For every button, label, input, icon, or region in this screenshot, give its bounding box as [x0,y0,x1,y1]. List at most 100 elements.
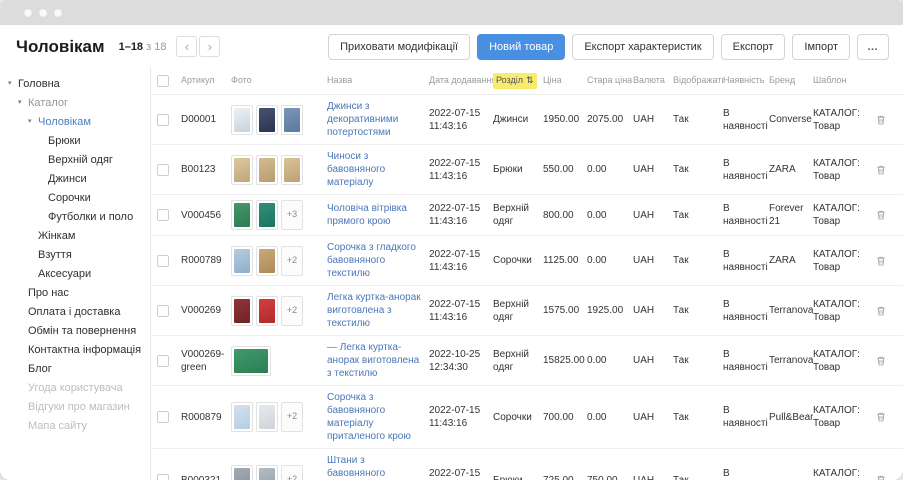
sidebar-item[interactable]: Обмін та повернення [0,321,150,340]
column-header-section[interactable]: Розділ⇅ [493,73,543,89]
trash-icon[interactable] [875,209,887,221]
more-photos-badge[interactable]: +2 [281,402,303,432]
more-photos-badge[interactable]: +2 [281,296,303,326]
product-photo[interactable] [256,465,278,480]
trash-icon[interactable] [875,474,887,480]
product-name-link[interactable]: Джинси з декоративними потертостями [327,101,398,138]
product-name-link[interactable]: Чоловіча вітрівка прямого крою [327,203,407,227]
next-page-button[interactable]: › [199,36,220,57]
product-photo[interactable] [256,246,278,276]
column-header-price[interactable]: Ціна [543,75,587,87]
chevron-down-icon[interactable]: ▾ [28,118,38,125]
select-all-checkbox[interactable] [157,75,169,87]
table-row: V000269-green— Легка куртка-анорак вигот… [151,336,903,386]
window-control-dot[interactable] [24,9,32,17]
more-photos-badge[interactable]: +2 [281,465,303,480]
product-photo[interactable] [231,105,253,135]
row-checkbox[interactable] [157,305,169,317]
column-header-brand[interactable]: Бренд [769,75,813,87]
more-actions-button[interactable]: … [857,34,889,60]
product-name-link[interactable]: — Легка куртка-анорак виготовлена з текс… [327,342,419,379]
trash-icon[interactable] [875,114,887,126]
column-header-photo[interactable]: Фото [231,75,327,87]
product-photo[interactable] [256,200,278,230]
row-checkbox[interactable] [157,114,169,126]
sidebar-item[interactable]: Контактна інформація [0,340,150,359]
sidebar-item[interactable]: Угода користувача [0,378,150,397]
sidebar-item[interactable]: Взуття [0,245,150,264]
trash-icon[interactable] [875,355,887,367]
more-photos-badge[interactable]: +2 [281,246,303,276]
product-photo[interactable] [256,402,278,432]
product-name-link[interactable]: Чиноси з бавовняного матеріалу [327,151,385,188]
more-photos-badge[interactable]: +3 [281,200,303,230]
new-product-button[interactable]: Новий товар [477,34,565,60]
product-photo[interactable] [231,465,253,480]
sort-icon[interactable]: ⇅ [526,75,534,87]
sidebar-item-label: Взуття [38,249,72,261]
product-name-link[interactable]: Сорочка з бавовняного матеріалу притален… [327,392,411,442]
sidebar-item[interactable]: Блог [0,359,150,378]
sidebar-item[interactable]: ▾Головна [0,74,150,93]
row-checkbox[interactable] [157,164,169,176]
prev-page-button[interactable]: ‹ [176,36,197,57]
sidebar-item[interactable]: Відгуки про магазин [0,397,150,416]
chevron-down-icon[interactable]: ▾ [8,80,18,87]
photos-cell [231,105,327,135]
chevron-down-icon[interactable]: ▾ [18,99,28,106]
availability-cell: В наявності [723,248,769,274]
column-header-sku[interactable]: Артикул [181,75,231,87]
product-photo[interactable] [256,105,278,135]
sidebar-item[interactable]: ▾Каталог [0,93,150,112]
sidebar-item[interactable]: Аксесуари [0,264,150,283]
sidebar-item[interactable]: Верхній одяг [0,150,150,169]
sidebar-item[interactable]: ▾Чоловікам [0,112,150,131]
hide-modifications-button[interactable]: Приховати модифікації [328,34,470,60]
product-photo[interactable] [281,155,303,185]
product-photo[interactable] [231,246,253,276]
product-photo[interactable] [231,296,253,326]
product-name-link[interactable]: Легка куртка-анорак виготовлена з тексти… [327,292,421,329]
row-checkbox[interactable] [157,355,169,367]
sku-cell: R000789 [181,254,231,267]
window-control-dot[interactable] [39,9,47,17]
column-header-display[interactable]: Відображати [673,75,723,87]
column-header-currency[interactable]: Валюта [633,75,673,87]
product-photo[interactable] [281,105,303,135]
product-name-link[interactable]: Штани з бавовняного матеріалу прямого кр… [327,455,414,480]
export-characteristics-button[interactable]: Експорт характеристик [572,34,713,60]
row-checkbox[interactable] [157,255,169,267]
trash-icon[interactable] [875,164,887,176]
sidebar-item[interactable]: Брюки [0,131,150,150]
sidebar-item[interactable]: Мапа сайту [0,416,150,435]
product-photo[interactable] [256,155,278,185]
export-button[interactable]: Експорт [721,34,786,60]
sidebar-item[interactable]: Сорочки [0,188,150,207]
row-checkbox[interactable] [157,209,169,221]
sidebar-item[interactable]: Про нас [0,283,150,302]
sidebar-item[interactable]: Жінкам [0,226,150,245]
sidebar-item[interactable]: Джинси [0,169,150,188]
sidebar-item[interactable]: Оплата і доставка [0,302,150,321]
sidebar-item[interactable]: Футболки и поло [0,207,150,226]
trash-icon[interactable] [875,255,887,267]
product-name-link[interactable]: Сорочка з гладкого бавовняного текстилю [327,242,416,279]
product-photo[interactable] [231,346,271,376]
availability-cell: В наявності [723,467,769,480]
trash-icon[interactable] [875,411,887,423]
brand-cell: Pull&Bear [769,411,813,424]
column-header-template[interactable]: Шаблон [813,75,867,87]
trash-icon[interactable] [875,305,887,317]
import-button[interactable]: Імпорт [792,34,850,60]
column-header-availability[interactable]: Наявність [723,75,769,87]
column-header-old_price[interactable]: Стара ціна [587,75,633,87]
row-checkbox[interactable] [157,474,169,480]
row-checkbox[interactable] [157,411,169,423]
product-photo[interactable] [231,155,253,185]
product-photo[interactable] [256,296,278,326]
window-control-dot[interactable] [54,9,62,17]
column-header-name[interactable]: Назва [327,75,429,87]
product-photo[interactable] [231,200,253,230]
product-photo[interactable] [231,402,253,432]
column-header-date[interactable]: Дата додавання [429,75,493,87]
